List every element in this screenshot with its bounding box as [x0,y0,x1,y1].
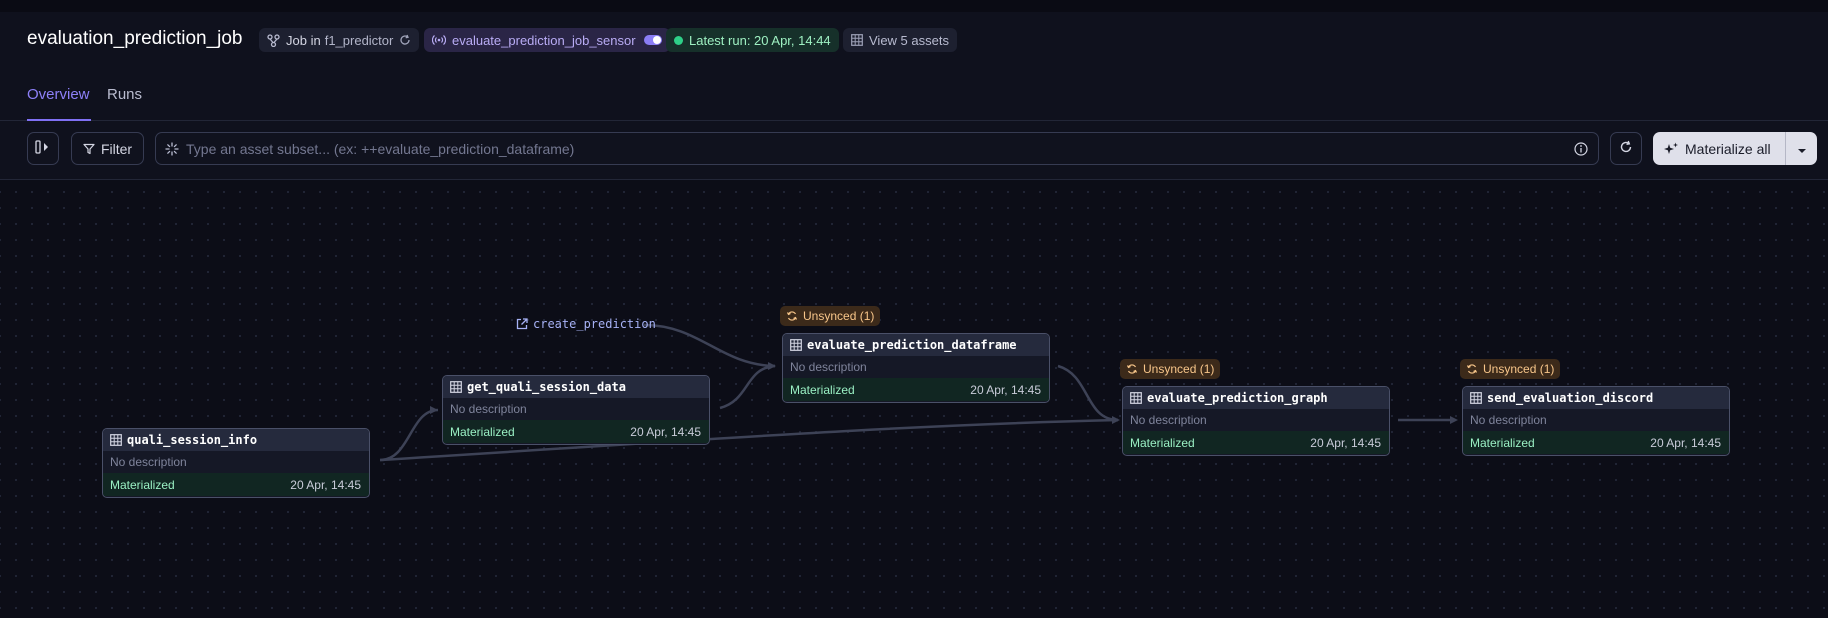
info-icon[interactable] [1574,142,1588,159]
table-icon [110,434,122,446]
asset-name: evaluate_prediction_dataframe [807,338,1017,352]
unsynced-badge[interactable]: Unsynced (1) [1120,359,1221,379]
asset-status: Materialized [110,477,175,492]
latest-run-pill[interactable]: Latest run: 20 Apr, 14:44 [666,28,839,52]
table-icon [1470,392,1482,404]
asset-name: evaluate_prediction_graph [1147,391,1328,405]
page-title: evaluation_prediction_job [27,28,243,49]
chevron-down-icon [1797,141,1807,157]
sidebar-toggle-icon [35,140,51,157]
sync-icon [786,310,798,322]
asset-name: quali_session_info [127,433,258,447]
materialize-all-button[interactable]: Materialize all [1653,132,1817,165]
asset-description: No description [790,360,867,374]
asset-node-send-evaluation-discord[interactable]: send_evaluation_discord No description M… [1462,386,1730,456]
unsynced-badge[interactable]: Unsynced (1) [1460,359,1561,379]
asset-timestamp[interactable]: 20 Apr, 14:45 [630,425,701,439]
external-asset-name: create_prediction [533,317,656,331]
asset-subset-search[interactable]: Type an asset subset... (ex: ++evaluate_… [155,132,1599,165]
materialize-options-dropdown[interactable] [1786,141,1817,157]
asset-status: Materialized [1130,435,1195,450]
job-graph-icon [267,33,280,47]
success-status-dot [674,35,683,45]
view-assets-label: View 5 assets [869,32,949,48]
asset-node-evaluate-prediction-dataframe[interactable]: evaluate_prediction_dataframe No descrip… [782,333,1050,403]
asset-timestamp[interactable]: 20 Apr, 14:45 [970,383,1041,397]
job-location-link[interactable]: f1_predictor [325,33,394,48]
sensor-name: evaluate_prediction_job_sensor [452,32,636,48]
sensor-pill[interactable]: evaluate_prediction_job_sensor [424,28,670,52]
refresh-icon [1619,140,1633,157]
table-icon [790,339,802,351]
asset-status: Materialized [450,424,515,439]
filter-icon [83,143,95,155]
external-asset-link[interactable]: create_prediction [516,317,656,331]
sync-icon [1126,363,1138,375]
external-link-icon [516,318,528,330]
asset-description: No description [110,455,187,469]
view-assets-pill[interactable]: View 5 assets [843,28,957,52]
unsynced-badge[interactable]: Unsynced (1) [780,306,881,326]
unsynced-label: Unsynced (1) [1483,362,1555,376]
filter-button[interactable]: Filter [71,132,144,165]
table-icon [450,381,462,393]
materialize-sparkle-icon [1663,142,1679,156]
tab-overview[interactable]: Overview [27,86,90,103]
materialize-all-main[interactable]: Materialize all [1653,132,1785,165]
asset-timestamp[interactable]: 20 Apr, 14:45 [290,478,361,492]
asset-name: get_quali_session_data [467,380,626,394]
asset-description: No description [1470,413,1547,427]
asset-status: Materialized [790,382,855,397]
asset-node-get-quali-session-data[interactable]: get_quali_session_data No description Ma… [442,375,710,445]
sync-icon [1466,363,1478,375]
toggle-sidebar-button[interactable] [27,132,59,165]
search-placeholder: Type an asset subset... (ex: ++evaluate_… [186,141,575,157]
unsynced-label: Unsynced (1) [803,309,875,323]
selection-syntax-icon [165,142,179,159]
asset-timestamp[interactable]: 20 Apr, 14:45 [1310,436,1381,450]
asset-status: Materialized [1470,435,1535,450]
unsynced-label: Unsynced (1) [1143,362,1215,376]
sensor-icon [432,34,446,46]
asset-description: No description [450,402,527,416]
job-prefix: Job in [286,32,321,48]
reload-icon[interactable] [399,34,411,46]
sensor-toggle[interactable] [643,35,662,45]
refresh-button[interactable] [1610,132,1642,165]
job-location-pill[interactable]: Job in f1_predictor [259,28,420,52]
asset-name: send_evaluation_discord [1487,391,1654,405]
asset-description: No description [1130,413,1207,427]
materialize-all-label: Materialize all [1685,140,1771,157]
latest-run-text: Latest run: 20 Apr, 14:44 [689,32,831,48]
asset-timestamp[interactable]: 20 Apr, 14:45 [1650,436,1721,450]
asset-node-evaluate-prediction-graph[interactable]: evaluate_prediction_graph No description… [1122,386,1390,456]
table-icon [851,34,863,46]
asset-node-quali-session-info[interactable]: quali_session_info No description Materi… [102,428,370,498]
tab-runs[interactable]: Runs [107,86,142,103]
filter-label: Filter [100,140,133,157]
table-icon [1130,392,1142,404]
